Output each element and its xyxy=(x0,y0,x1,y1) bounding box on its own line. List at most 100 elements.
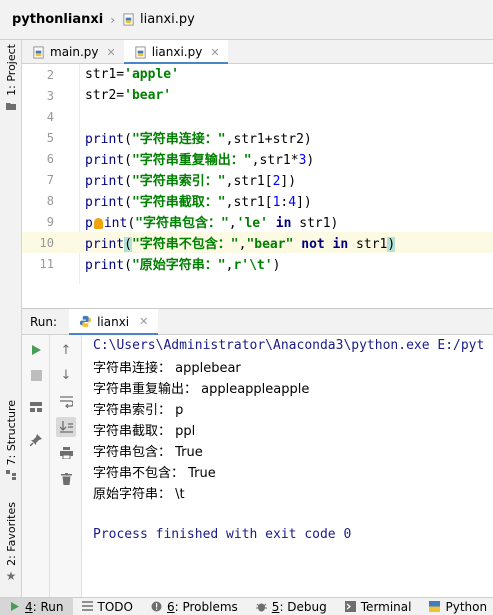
breadcrumb-separator: › xyxy=(110,12,116,27)
code-text: print("原始字符串：",r'\t') xyxy=(85,258,281,273)
tab-main-py[interactable]: main.py ✕ xyxy=(22,40,124,64)
todo-tool-label: TODO xyxy=(97,599,133,614)
restore-layout-icon[interactable] xyxy=(26,397,46,417)
line-number: 9 xyxy=(46,214,54,229)
code-line[interactable]: 3 str2='bear' xyxy=(22,85,493,106)
rerun-icon[interactable] xyxy=(26,340,46,360)
tab-main-py-label: main.py xyxy=(50,45,99,59)
breadcrumb-file-label: lianxi.py xyxy=(140,12,195,27)
scroll-down-icon[interactable]: ↓ xyxy=(56,365,76,385)
close-tab-icon[interactable]: ✕ xyxy=(210,46,219,59)
line-number: 4 xyxy=(46,109,54,124)
code-line[interactable]: 7 print("字符串索引：",str1[2]) xyxy=(22,169,493,190)
debug-tool-key: 5 xyxy=(271,599,280,614)
project-tool-tab[interactable]: 1: Project xyxy=(0,44,22,112)
pin-tab-icon[interactable] xyxy=(26,430,46,450)
code-line[interactable]: 6 print("字符串重复输出：",str1*3) xyxy=(22,148,493,169)
favorites-tool-tab-label: 2: Favorites xyxy=(4,502,18,566)
line-number: 8 xyxy=(46,193,54,208)
soft-wrap-icon[interactable] xyxy=(56,392,76,412)
console-output-line: 字符串包含： True xyxy=(93,445,203,460)
code-text: print("字符串重复输出：",str1*3) xyxy=(85,153,315,168)
navigation-bar: pythonlianxi › lianxi.py xyxy=(0,0,493,40)
favorites-tool-tab[interactable]: 2: Favorites ★ xyxy=(0,502,22,582)
star-icon: ★ xyxy=(5,568,17,583)
console-output-line: 原始字符串： \t xyxy=(93,487,185,502)
code-line[interactable]: 2 str1='apple' xyxy=(22,64,493,85)
code-text: print("字符串连接：",str1+str2) xyxy=(85,132,312,147)
breadcrumb-project[interactable]: pythonlianxi xyxy=(12,12,103,27)
todo-icon xyxy=(81,601,93,611)
python-file-icon xyxy=(123,13,134,26)
python-file-icon xyxy=(33,45,44,59)
debug-icon xyxy=(255,603,267,612)
scroll-to-end-icon[interactable] xyxy=(56,417,76,437)
line-number: 7 xyxy=(46,172,54,187)
console-output-line: 字符串索引： p xyxy=(93,403,184,418)
code-line[interactable]: 8 print("字符串截取：",str1[1:4]) xyxy=(22,190,493,211)
close-tab-icon[interactable]: ✕ xyxy=(107,46,116,59)
python-console-tool-window-button[interactable]: Python xyxy=(420,598,493,615)
code-line[interactable]: 5 print("字符串连接：",str1+str2) xyxy=(22,127,493,148)
line-number: 2 xyxy=(46,67,54,82)
run-tab-lianxi[interactable]: lianxi ✕ xyxy=(69,308,159,336)
console-command-line: C:\Users\Administrator\Anaconda3\python.… xyxy=(93,338,485,353)
folder-icon xyxy=(6,102,16,110)
structure-tool-tab[interactable]: 7: Structure xyxy=(0,400,22,481)
console-exit-message: Process finished with exit code 0 xyxy=(93,527,352,542)
code-text: print("字符串索引：",str1[2]) xyxy=(85,174,297,189)
line-number: 11 xyxy=(39,256,54,271)
stop-icon[interactable] xyxy=(26,365,46,385)
line-number: 5 xyxy=(46,130,54,145)
intention-bulb-icon[interactable] xyxy=(93,218,103,229)
project-tool-tab-label: 1: Project xyxy=(4,44,18,96)
tool-window-bar: 4: Run TODO 6: Problems 5: Debug Termina… xyxy=(0,597,493,615)
run-tab-label: lianxi xyxy=(97,314,130,329)
line-number: 10 xyxy=(39,235,54,250)
console-output-line: 字符串截取： ppl xyxy=(93,424,196,439)
print-icon[interactable] xyxy=(56,443,76,463)
code-line[interactable]: 11 print("原始字符串：",r'\t') xyxy=(22,253,493,274)
code-text: print("字符串不包含：","bear" not in str1) xyxy=(85,237,396,252)
run-tool-window-button[interactable]: 4: Run xyxy=(0,597,73,615)
breadcrumb-file[interactable]: lianxi.py xyxy=(122,12,195,27)
tab-lianxi-py[interactable]: lianxi.py ✕ xyxy=(123,40,228,65)
close-run-tab-icon[interactable]: ✕ xyxy=(139,315,148,328)
python-file-icon xyxy=(135,45,146,59)
python-console-tool-label: Python xyxy=(445,599,488,614)
terminal-icon xyxy=(344,601,356,612)
code-text: str1='apple' xyxy=(85,67,179,82)
code-line[interactable]: 9 p int("字符串包含：",'le' in str1) xyxy=(22,211,493,232)
run-icon xyxy=(11,602,19,611)
terminal-tool-window-button[interactable]: Terminal xyxy=(336,598,421,615)
code-editor[interactable]: 2 str1='apple' 3 str2='bear' 4 5 print("… xyxy=(22,64,493,308)
problems-tool-key: 6 xyxy=(166,599,175,614)
code-text: str2='bear' xyxy=(85,88,172,103)
todo-tool-window-button[interactable]: TODO xyxy=(73,598,142,615)
code-text: p int("字符串包含：",'le' in str1) xyxy=(85,216,339,231)
run-panel-label: Run: xyxy=(30,314,58,329)
run-tool-label: Run xyxy=(40,599,64,614)
run-toolbar-secondary: ↑ ↓ xyxy=(50,335,82,597)
debug-tool-window-button[interactable]: 5: Debug xyxy=(247,598,336,615)
problems-tool-window-button[interactable]: 6: Problems xyxy=(142,598,247,615)
structure-tool-tab-label: 7: Structure xyxy=(4,400,18,466)
code-line-current[interactable]: 10 print("字符串不包含：","bear" not in str1) xyxy=(22,232,493,253)
console-output-line: 字符串重复输出： appleappleapple xyxy=(93,382,310,397)
line-number: 6 xyxy=(46,151,54,166)
console-output-line: 字符串连接： applebear xyxy=(93,361,241,376)
run-toolbar-primary xyxy=(22,335,50,597)
clear-all-icon[interactable] xyxy=(56,469,76,489)
run-console[interactable]: C:\Users\Administrator\Anaconda3\python.… xyxy=(82,335,493,597)
run-tool-key: 4 xyxy=(25,599,33,614)
scroll-up-icon[interactable]: ↑ xyxy=(56,340,76,360)
python-console-icon xyxy=(429,601,441,612)
line-number: 3 xyxy=(46,88,54,103)
problems-icon xyxy=(151,601,162,612)
run-panel-header: Run: lianxi ✕ xyxy=(22,308,493,336)
console-output-line: 字符串不包含： True xyxy=(93,466,216,481)
problems-tool-label: Problems xyxy=(182,599,238,614)
code-line[interactable]: 4 xyxy=(22,106,493,127)
tab-lianxi-py-label: lianxi.py xyxy=(151,45,203,59)
